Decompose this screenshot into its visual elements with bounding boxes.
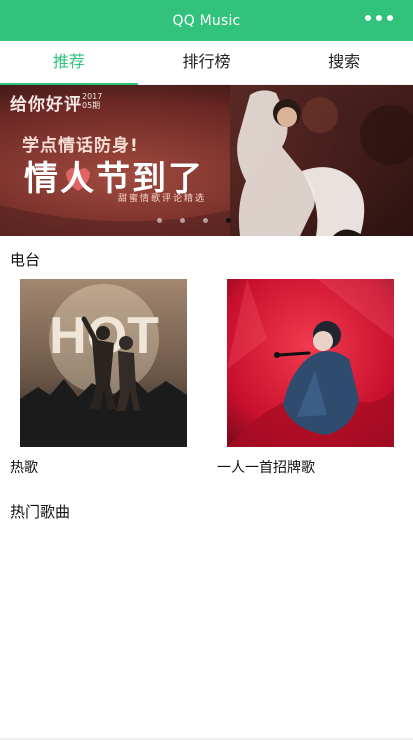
banner-issue: 2017 05期	[82, 92, 102, 110]
carousel-dot-active[interactable]	[226, 218, 231, 223]
radio-section-title: 电台	[10, 251, 41, 269]
carousel-dot[interactable]	[203, 218, 208, 223]
banner-issue-no: 05期	[82, 101, 101, 110]
app-header: QQ Music	[0, 0, 413, 41]
menu-dot	[365, 15, 371, 21]
banner-tagline: 甜蜜情歌评论精选	[118, 194, 207, 204]
menu-dot	[376, 15, 382, 21]
hot-songs-section-title: 热门歌曲	[10, 503, 71, 521]
more-dots-icon[interactable]	[365, 15, 393, 21]
radio-item-label: 热歌	[10, 460, 38, 476]
tab-search[interactable]: 搜索	[275, 41, 413, 84]
banner-issue-year: 2017	[82, 92, 103, 101]
menu-dot	[387, 15, 393, 21]
radio-item-label: 一人一首招牌歌	[217, 460, 315, 476]
app-title: QQ Music	[172, 12, 241, 29]
tab-bar: 推荐 排行榜 搜索	[0, 41, 413, 85]
tab-ranking[interactable]: 排行榜	[138, 41, 276, 84]
carousel-dots	[157, 218, 231, 223]
banner-carousel[interactable]: 给你好评 2017 05期 学点情话防身! 情人节到了 甜蜜情歌评论精选	[0, 85, 413, 236]
singer-red-cover	[227, 279, 394, 447]
radio-card-hot[interactable]: HOT 热歌	[10, 279, 187, 476]
carousel-dot[interactable]	[180, 218, 185, 223]
radio-card-signature[interactable]: 一人一首招牌歌	[217, 279, 394, 476]
banner-brand: 给你好评	[10, 95, 82, 115]
tab-recommend[interactable]: 推荐	[0, 41, 138, 85]
carousel-dot[interactable]	[157, 218, 162, 223]
concert-crowd-cover: HOT	[20, 279, 187, 447]
